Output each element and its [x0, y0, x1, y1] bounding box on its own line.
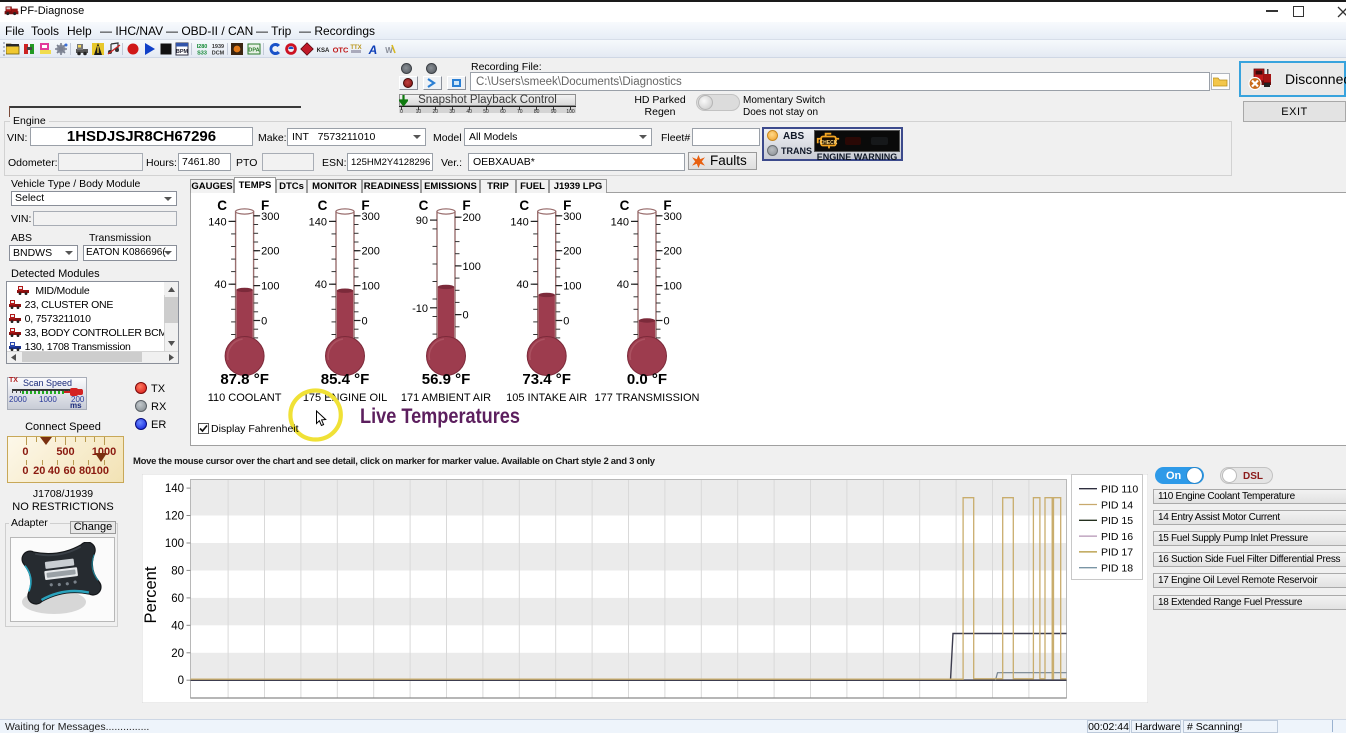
svg-text:140: 140 [208, 216, 226, 228]
svg-text:171 AMBIENT AIR: 171 AMBIENT AIR [401, 392, 491, 404]
svg-text:OTC: OTC [333, 46, 348, 55]
svg-text:140: 140 [611, 216, 629, 228]
svg-text:C: C [519, 198, 529, 213]
svg-text:W: W [385, 46, 393, 55]
svg-text:40: 40 [315, 279, 327, 291]
svg-text:20: 20 [171, 648, 184, 660]
svg-text:300: 300 [261, 211, 279, 223]
svg-text:177 TRANSMISSION: 177 TRANSMISSION [595, 392, 700, 404]
svg-text:140: 140 [165, 483, 184, 495]
svg-text:200: 200 [463, 212, 481, 224]
svg-text:140: 140 [309, 216, 327, 228]
svg-text:110 COOLANT: 110 COOLANT [208, 392, 282, 404]
svg-text:100: 100 [563, 281, 581, 293]
svg-text:DPA: DPA [248, 48, 259, 54]
svg-text:120: 120 [165, 511, 184, 523]
svg-text:PID 15: PID 15 [1101, 515, 1133, 527]
svg-text:73.4 °F: 73.4 °F [522, 371, 571, 388]
svg-text:200: 200 [563, 246, 581, 258]
svg-text:0: 0 [362, 316, 368, 328]
svg-text:KSA: KSA [317, 48, 330, 54]
svg-text:90: 90 [416, 215, 428, 227]
svg-text:300: 300 [664, 211, 682, 223]
svg-text:0: 0 [261, 316, 267, 328]
svg-text:PID 16: PID 16 [1101, 531, 1133, 543]
svg-text:40: 40 [516, 279, 528, 291]
svg-text:200: 200 [664, 246, 682, 258]
svg-text:100: 100 [664, 281, 682, 293]
svg-text:80: 80 [171, 565, 184, 577]
svg-text:56.9 °F: 56.9 °F [422, 371, 471, 388]
svg-text:0: 0 [463, 310, 469, 322]
svg-text:I280: I280 [197, 44, 208, 50]
svg-text:S33: S33 [197, 51, 207, 57]
svg-text:40: 40 [617, 279, 629, 291]
svg-text:0: 0 [563, 316, 569, 328]
svg-text:0: 0 [664, 316, 670, 328]
svg-text:140: 140 [510, 216, 528, 228]
svg-text:200: 200 [362, 246, 380, 258]
svg-text:C: C [419, 198, 429, 213]
svg-text:100: 100 [362, 281, 380, 293]
svg-text:175 ENGINE OIL: 175 ENGINE OIL [303, 392, 387, 404]
svg-text:BPM: BPM [176, 49, 189, 55]
svg-text:-10: -10 [412, 303, 428, 315]
svg-text:100: 100 [165, 538, 184, 550]
svg-text:300: 300 [362, 211, 380, 223]
svg-text:100: 100 [261, 281, 279, 293]
svg-text:C: C [620, 198, 630, 213]
svg-text:F: F [462, 198, 470, 213]
svg-text:40: 40 [214, 279, 226, 291]
svg-text:300: 300 [563, 211, 581, 223]
svg-text:PID 18: PID 18 [1101, 563, 1133, 575]
svg-text:Percent: Percent [142, 566, 160, 623]
svg-text:Live Temperatures: Live Temperatures [360, 404, 520, 428]
svg-text:105 INTAKE AIR: 105 INTAKE AIR [506, 392, 587, 404]
svg-text:100: 100 [463, 261, 481, 273]
svg-text:PID 14: PID 14 [1101, 499, 1133, 511]
svg-text:0.0 °F: 0.0 °F [627, 371, 667, 388]
svg-text:DCM: DCM [212, 51, 225, 57]
svg-text:60: 60 [171, 593, 184, 605]
svg-text:PID 17: PID 17 [1101, 547, 1133, 559]
svg-text:1939: 1939 [212, 44, 224, 50]
svg-text:C: C [318, 198, 328, 213]
svg-text:C: C [217, 198, 227, 213]
svg-text:PID 110: PID 110 [1101, 484, 1138, 496]
svg-text:85.4 °F: 85.4 °F [321, 371, 370, 388]
svg-text:87.8 °F: 87.8 °F [220, 371, 269, 388]
svg-text:0: 0 [178, 675, 184, 687]
svg-text:40: 40 [171, 620, 184, 632]
svg-text:A: A [368, 43, 378, 56]
svg-text:200: 200 [261, 246, 279, 258]
